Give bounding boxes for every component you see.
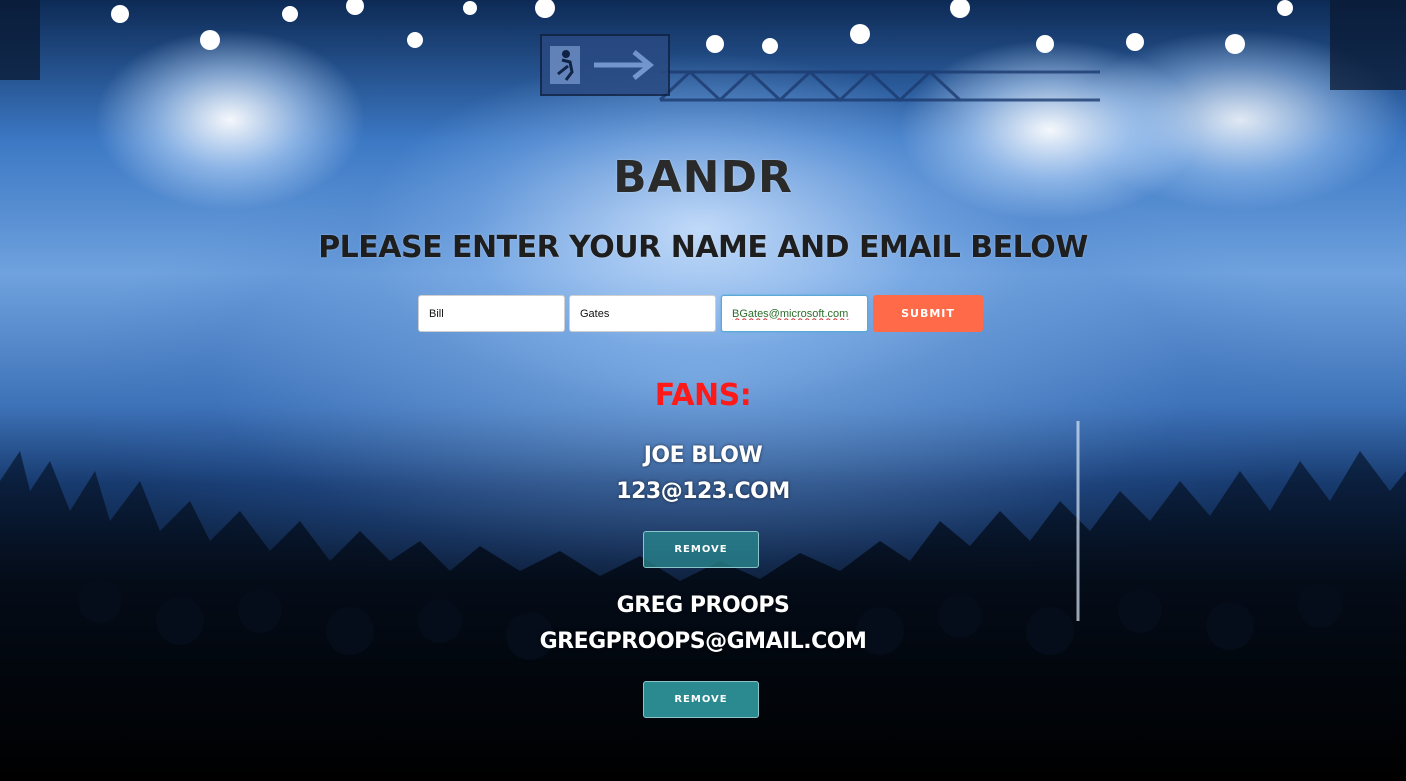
email-input[interactable]: [721, 295, 868, 332]
fan-name: JOE BLOW: [643, 443, 763, 468]
last-name-input[interactable]: [569, 295, 716, 332]
remove-fan-button[interactable]: REMOVE: [643, 531, 759, 568]
fans-heading: FANS:: [654, 378, 752, 413]
fan-name: GREG PROOPS: [616, 593, 790, 618]
fan-list-item: JOE BLOW 123@123.COM REMOVE: [0, 438, 1406, 568]
first-name-input[interactable]: [418, 295, 565, 332]
fan-list-item: GREG PROOPS GREGPROOPS@GMAIL.COM REMOVE: [0, 588, 1406, 718]
submit-button[interactable]: SUBMIT: [873, 295, 983, 332]
page-title: BANDR: [613, 152, 793, 203]
main-content: BANDR PLEASE ENTER YOUR NAME AND EMAIL B…: [0, 0, 1406, 781]
signup-prompt: PLEASE ENTER YOUR NAME AND EMAIL BELOW: [318, 230, 1088, 265]
fan-email: 123@123.COM: [616, 479, 790, 504]
remove-fan-button[interactable]: REMOVE: [643, 681, 759, 718]
fan-email: GREGPROOPS@GMAIL.COM: [539, 629, 867, 654]
